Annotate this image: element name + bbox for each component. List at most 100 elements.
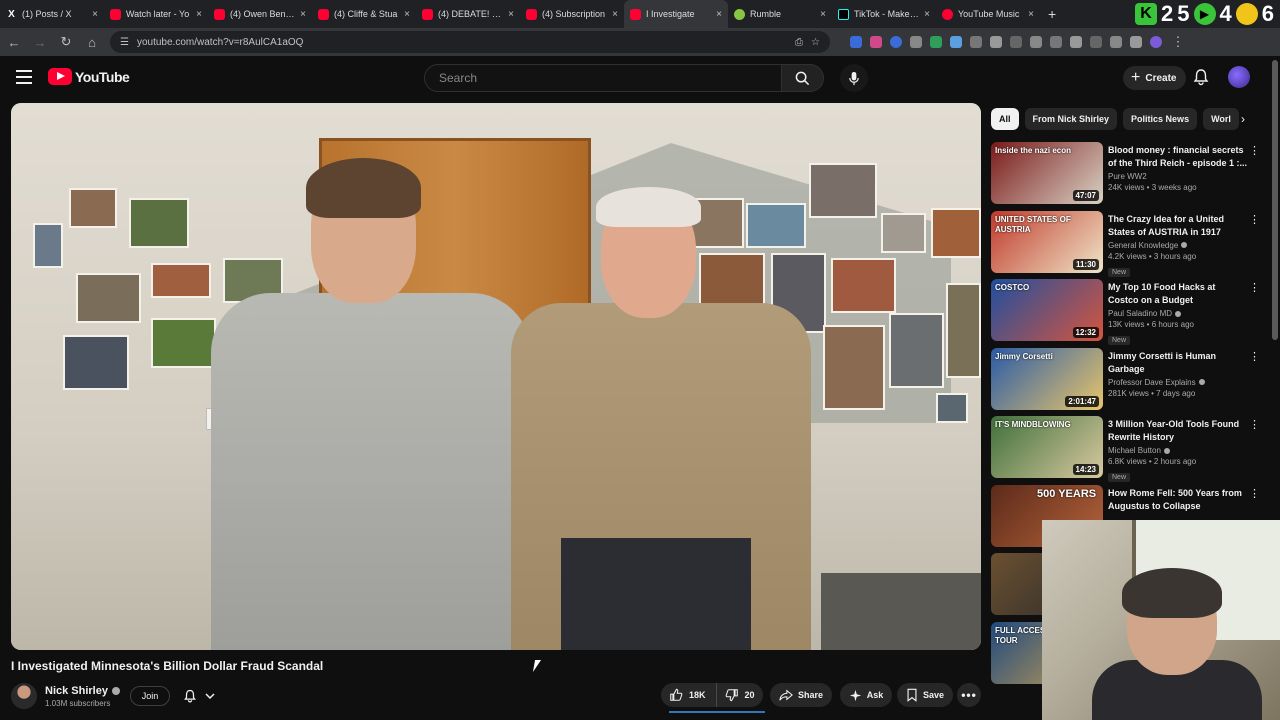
browser-tab[interactable]: Rumble × <box>728 0 832 28</box>
close-tab-icon[interactable]: × <box>508 9 514 20</box>
bookmark-star-icon[interactable]: ☆ <box>811 37 820 48</box>
video-thumbnail[interactable]: Inside the nazi econ 47:07 <box>991 142 1103 204</box>
chevron-right-icon[interactable]: › <box>1236 112 1250 126</box>
close-tab-icon[interactable]: × <box>92 9 98 20</box>
video-thumbnail[interactable]: IT'S MINDBLOWING 14:23 <box>991 416 1103 478</box>
address-bar[interactable]: ☰ youtube.com/watch?v=r8AulCA1aOQ ⎙ ☆ <box>110 31 830 53</box>
browser-tab[interactable]: (4) Owen Benjam × <box>208 0 312 28</box>
menu-kebab-icon[interactable]: ⋮ <box>1170 34 1186 50</box>
video-player[interactable] <box>11 103 981 650</box>
browser-tab[interactable]: (4) Cliffe & Stua × <box>312 0 416 28</box>
related-video-channel[interactable]: Professor Dave Explains <box>1108 378 1248 387</box>
related-video-title[interactable]: The Crazy Idea for a United States of AU… <box>1108 213 1248 239</box>
more-vertical-icon[interactable]: ⋮ <box>1249 487 1260 501</box>
close-tab-icon[interactable]: × <box>612 9 618 20</box>
back-icon[interactable]: ← <box>6 34 22 50</box>
close-tab-icon[interactable]: × <box>1028 9 1034 20</box>
install-icon[interactable]: ⎙ <box>795 37 803 48</box>
share-button[interactable]: Share <box>770 683 832 707</box>
browser-tab[interactable]: Watch later - Yo × <box>104 0 208 28</box>
page-scrollbar[interactable] <box>1272 60 1278 340</box>
extension-icon[interactable] <box>1010 36 1022 48</box>
extension-icon[interactable] <box>1030 36 1042 48</box>
ask-button[interactable]: Ask <box>840 683 892 707</box>
save-button[interactable]: Save <box>897 683 953 707</box>
related-video-item[interactable]: Jimmy Corsetti 2:01:47 Jimmy Corsetti is H… <box>991 347 1271 417</box>
new-badge: New <box>1108 336 1131 345</box>
more-vertical-icon[interactable]: ⋮ <box>1249 281 1260 295</box>
channel-avatar[interactable] <box>11 683 37 709</box>
forward-icon[interactable]: → <box>32 34 48 50</box>
search-button[interactable] <box>782 64 824 92</box>
like-button[interactable]: 18K <box>661 683 717 707</box>
extension-icon[interactable] <box>850 36 862 48</box>
voice-search-button[interactable] <box>840 64 868 92</box>
create-button[interactable]: + Create <box>1123 66 1187 90</box>
close-tab-icon[interactable]: × <box>300 9 306 20</box>
browser-tab[interactable]: TikTok - Make Yo × <box>832 0 936 28</box>
account-avatar[interactable] <box>1228 66 1250 88</box>
extension-icon[interactable] <box>910 36 922 48</box>
extension-icon[interactable] <box>890 36 902 48</box>
filter-chip[interactable]: Worl <box>1203 108 1239 130</box>
related-video-title[interactable]: How Rome Fell: 500 Years from Augustus t… <box>1108 487 1248 513</box>
related-video-channel[interactable]: Michael Button <box>1108 446 1248 455</box>
join-button[interactable]: Join <box>130 686 170 706</box>
related-video-channel[interactable]: General Knowledge <box>1108 241 1248 250</box>
extension-icon[interactable] <box>1110 36 1122 48</box>
extension-icon[interactable] <box>870 36 882 48</box>
extension-icon[interactable] <box>1090 36 1102 48</box>
close-tab-icon[interactable]: × <box>716 9 722 20</box>
browser-tab[interactable]: (4) DEBATE! Whe × <box>416 0 520 28</box>
youtube-logo[interactable]: YouTube <box>48 68 130 85</box>
search-input[interactable] <box>424 64 782 92</box>
video-thumbnail[interactable]: COSTCO 12:32 <box>991 279 1103 341</box>
extension-icon[interactable] <box>970 36 982 48</box>
dislike-button[interactable]: 20 <box>717 688 763 702</box>
close-tab-icon[interactable]: × <box>924 9 930 20</box>
profile-icon[interactable] <box>1150 36 1162 48</box>
more-vertical-icon[interactable]: ⋮ <box>1249 213 1260 227</box>
new-tab-icon[interactable]: + <box>1040 6 1064 22</box>
browser-tab[interactable]: (4) Subscription × <box>520 0 624 28</box>
related-video-title[interactable]: My Top 10 Food Hacks at Costco on a Budg… <box>1108 281 1248 307</box>
related-video-item[interactable]: IT'S MINDBLOWING 14:23 3 Million Year-Old … <box>991 416 1271 485</box>
browser-tab[interactable]: YouTube Music × <box>936 0 1040 28</box>
guide-menu-icon[interactable] <box>16 70 32 84</box>
extension-icon[interactable] <box>930 36 942 48</box>
related-video-item[interactable]: COSTCO 12:32 My Top 10 Food Hacks at Costc… <box>991 279 1271 348</box>
related-video-channel[interactable]: Pure WW2 <box>1108 172 1248 181</box>
extension-icon[interactable] <box>950 36 962 48</box>
extension-icon[interactable] <box>1130 36 1142 48</box>
notifications-bell-icon[interactable] <box>1192 68 1210 86</box>
site-info-icon[interactable]: ☰ <box>120 37 129 48</box>
channel-name-link[interactable]: Nick Shirley <box>45 685 120 697</box>
extension-icon[interactable] <box>1070 36 1082 48</box>
bookmark-icon <box>907 688 917 702</box>
more-vertical-icon[interactable]: ⋮ <box>1249 418 1260 432</box>
close-tab-icon[interactable]: × <box>820 9 826 20</box>
browser-tab[interactable]: I Investigate × <box>624 0 728 28</box>
subscribed-notifications-button[interactable] <box>179 686 223 706</box>
extension-icon[interactable] <box>1050 36 1062 48</box>
more-vertical-icon[interactable]: ⋮ <box>1249 144 1260 158</box>
browser-tab[interactable]: X (1) Posts / X × <box>0 0 104 28</box>
filter-chip[interactable]: All <box>991 108 1019 130</box>
close-tab-icon[interactable]: × <box>196 9 202 20</box>
related-video-title[interactable]: Blood money : financial secrets of the T… <box>1108 144 1248 170</box>
related-video-channel[interactable]: Paul Saladino MD <box>1108 309 1248 318</box>
video-thumbnail[interactable]: UNITED STATES OF AUSTRIA 11:30 <box>991 210 1103 273</box>
related-video-item[interactable]: Inside the nazi econ 47:07 Blood money : f… <box>991 142 1271 211</box>
home-icon[interactable]: ⌂ <box>84 34 100 50</box>
related-video-title[interactable]: Jimmy Corsetti is Human Garbage <box>1108 350 1248 376</box>
close-tab-icon[interactable]: × <box>404 9 410 20</box>
reload-icon[interactable]: ↻ <box>58 34 74 50</box>
extension-icon[interactable] <box>990 36 1002 48</box>
video-thumbnail[interactable]: Jimmy Corsetti 2:01:47 <box>991 347 1103 410</box>
more-vertical-icon[interactable]: ⋮ <box>1249 350 1260 364</box>
more-actions-button[interactable]: ••• <box>957 683 981 707</box>
filter-chip[interactable]: Politics News <box>1123 108 1198 130</box>
related-video-item[interactable]: UNITED STATES OF AUSTRIA 11:30 The Crazy I… <box>991 210 1271 280</box>
related-video-title[interactable]: 3 Million Year-Old Tools Found Rewrite H… <box>1108 418 1248 444</box>
filter-chip[interactable]: From Nick Shirley <box>1024 108 1118 130</box>
